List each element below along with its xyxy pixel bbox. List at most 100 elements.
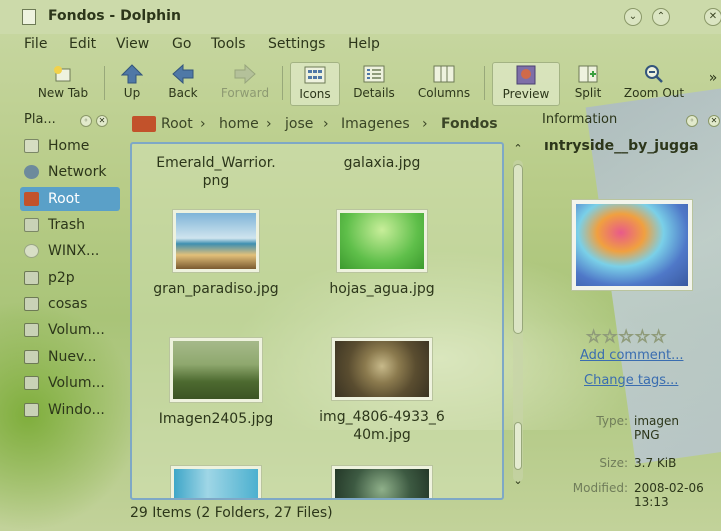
preview-button[interactable]: Preview (492, 62, 560, 106)
main-toolbar: New Tab Up Back Forward Icons Details Co… (0, 58, 721, 108)
details-view-button[interactable]: Details (346, 62, 402, 106)
root-folder-icon (24, 192, 39, 206)
place-label: Home (48, 138, 90, 154)
add-comment-link[interactable]: Add comment... (580, 348, 683, 363)
place-item-volume-1[interactable]: Volum... (20, 318, 120, 342)
file-name: img_4806-4933_6 40m.jpg (319, 409, 445, 443)
menu-help[interactable]: Help (348, 36, 380, 52)
type-value: imagen PNG (634, 414, 679, 442)
menu-settings[interactable]: Settings (268, 36, 325, 52)
place-item-trash[interactable]: Trash (20, 213, 120, 237)
place-item-p2p[interactable]: p2p (20, 266, 120, 290)
file-icon-view[interactable]: Emerald_Warrior. png galaxia.jpg gran_pa… (130, 142, 504, 500)
menu-go[interactable]: Go (172, 36, 191, 52)
split-icon (578, 65, 598, 83)
breadcrumb-root[interactable]: Root (161, 116, 193, 132)
drive-icon (24, 403, 39, 417)
modified-value: 2008-02-06 13:13 (634, 481, 704, 509)
info-close-button[interactable]: ✕ (708, 115, 720, 127)
chevron-right-icon: › (323, 116, 329, 132)
file-item[interactable]: hojas_agua.jpg (302, 210, 462, 298)
change-tags-link[interactable]: Change tags... (584, 373, 678, 388)
place-label: cosas (48, 296, 88, 312)
file-item[interactable] (136, 466, 296, 498)
image-thumbnail (170, 338, 262, 402)
scroll-handle[interactable] (514, 422, 522, 470)
preview-thumbnail (572, 200, 692, 290)
menu-bar: File Edit View Go Tools Settings Help (0, 34, 721, 56)
back-button[interactable]: Back (160, 62, 206, 106)
file-item[interactable]: img_4806-4933_6 40m.jpg (302, 338, 462, 444)
new-tab-label: New Tab (37, 86, 89, 100)
zoom-out-button[interactable]: Zoom Out (616, 62, 692, 106)
file-name: gran_paradiso.jpg (153, 281, 279, 297)
up-button[interactable]: Up (112, 62, 152, 106)
forward-button[interactable]: Forward (214, 62, 276, 106)
breadcrumb-jose[interactable]: jose (285, 116, 313, 132)
icons-view-icon (304, 66, 326, 84)
columns-view-button[interactable]: Columns (412, 62, 476, 106)
dolphin-window: Fondos - Dolphin ⌄ ⌃ ✕ File Edit View Go… (0, 0, 721, 531)
toolbar-separator (104, 66, 105, 100)
file-item[interactable]: gran_paradiso.jpg (136, 210, 296, 298)
file-item[interactable]: galaxia.jpg (302, 154, 462, 172)
minimize-button[interactable]: ⌄ (624, 8, 642, 26)
arrow-left-icon (172, 64, 194, 84)
new-tab-button[interactable]: New Tab (30, 62, 96, 106)
image-thumbnail (332, 466, 432, 498)
window-title: Fondos - Dolphin (48, 8, 181, 24)
details-view-icon (363, 65, 385, 83)
drive-icon (24, 376, 39, 390)
network-icon (24, 165, 39, 179)
menu-view[interactable]: View (116, 36, 149, 52)
vertical-scrollbar[interactable]: ⌃ ⌄ (508, 142, 528, 500)
places-close-button[interactable]: ✕ (96, 115, 108, 127)
place-item-winx[interactable]: WINX... (20, 239, 120, 263)
rating-stars[interactable]: ☆☆☆☆☆ (585, 327, 667, 348)
split-button[interactable]: Split (566, 62, 610, 106)
file-name: hojas_agua.jpg (329, 281, 435, 297)
drive-icon (24, 297, 39, 311)
place-label: Network (48, 164, 107, 180)
file-name: Emerald_Warrior. png (156, 155, 276, 189)
file-name: galaxia.jpg (343, 155, 421, 171)
size-value: 3.7 KiB (634, 456, 677, 470)
toolbar-separator (484, 66, 485, 100)
details-view-label: Details (353, 86, 395, 100)
close-button[interactable]: ✕ (704, 8, 721, 26)
preview-label: Preview (502, 87, 550, 101)
place-item-home[interactable]: Home (20, 134, 120, 158)
info-detach-button[interactable]: ◦ (686, 115, 698, 127)
menu-tools[interactable]: Tools (211, 36, 246, 52)
file-item[interactable]: Imagen2405.jpg (136, 338, 296, 428)
file-item[interactable] (302, 466, 462, 498)
file-name: Imagen2405.jpg (158, 411, 274, 427)
place-item-network[interactable]: Network (20, 160, 120, 184)
menu-file[interactable]: File (24, 36, 47, 52)
breadcrumb-fondos[interactable]: Fondos (441, 116, 498, 132)
breadcrumb-imagenes[interactable]: Imagenes (341, 116, 410, 132)
place-item-volume-2[interactable]: Volum... (20, 371, 120, 395)
place-label: p2p (48, 270, 75, 286)
app-icon (22, 9, 36, 25)
maximize-button[interactable]: ⌃ (652, 8, 670, 26)
place-item-windows[interactable]: Windo... (20, 398, 120, 422)
icons-view-button[interactable]: Icons (290, 62, 340, 106)
places-detach-button[interactable]: ◦ (80, 115, 92, 127)
place-item-root[interactable]: Root (20, 187, 120, 211)
place-item-nuevo[interactable]: Nuev... (20, 345, 120, 369)
place-item-cosas[interactable]: cosas (20, 292, 120, 316)
breadcrumb-home[interactable]: home (219, 116, 259, 132)
toolbar-overflow-button[interactable]: » (706, 70, 720, 114)
menu-edit[interactable]: Edit (69, 36, 96, 52)
preview-icon (516, 65, 536, 85)
selected-file-name: ıntryside__by_jugga (544, 138, 699, 154)
scroll-down-arrow-icon[interactable]: ⌄ (511, 474, 525, 488)
file-item[interactable]: Emerald_Warrior. png (136, 154, 296, 190)
scroll-up-arrow-icon[interactable]: ⌃ (511, 142, 525, 156)
place-label: Nuev... (48, 349, 97, 365)
type-label: Type: (596, 414, 628, 428)
scroll-thumb[interactable] (513, 164, 523, 334)
new-tab-icon (54, 66, 71, 82)
chevron-right-icon: › (200, 116, 206, 132)
